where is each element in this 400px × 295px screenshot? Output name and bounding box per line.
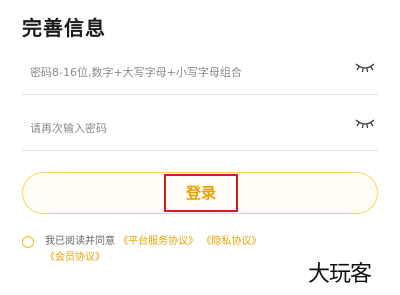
- complete-info-page: 完善信息 登录 我已阅读并同意 《平台服务协议》 《隐私协议》 《会员协议》 大…: [0, 0, 400, 295]
- eye-closed-icon[interactable]: [354, 60, 376, 74]
- member-agreement-link[interactable]: 《会员协议》: [45, 252, 105, 263]
- watermark-logo: 大玩客: [308, 262, 372, 287]
- confirm-password-field: [22, 106, 378, 151]
- privacy-agreement-link[interactable]: 《隐私协议》: [201, 236, 261, 247]
- password-input[interactable]: [22, 50, 350, 94]
- login-button[interactable]: [22, 172, 378, 214]
- agreement-text: 我已阅读并同意 《平台服务协议》 《隐私协议》 《会员协议》: [45, 234, 345, 266]
- eye-closed-icon[interactable]: [354, 116, 376, 130]
- agreement-prefix: 我已阅读并同意: [45, 236, 115, 247]
- confirm-password-input[interactable]: [22, 106, 350, 150]
- password-field: [22, 50, 378, 95]
- page-title: 完善信息: [22, 16, 106, 40]
- agreement-radio[interactable]: [22, 236, 34, 248]
- platform-service-agreement-link[interactable]: 《平台服务协议》: [118, 236, 198, 247]
